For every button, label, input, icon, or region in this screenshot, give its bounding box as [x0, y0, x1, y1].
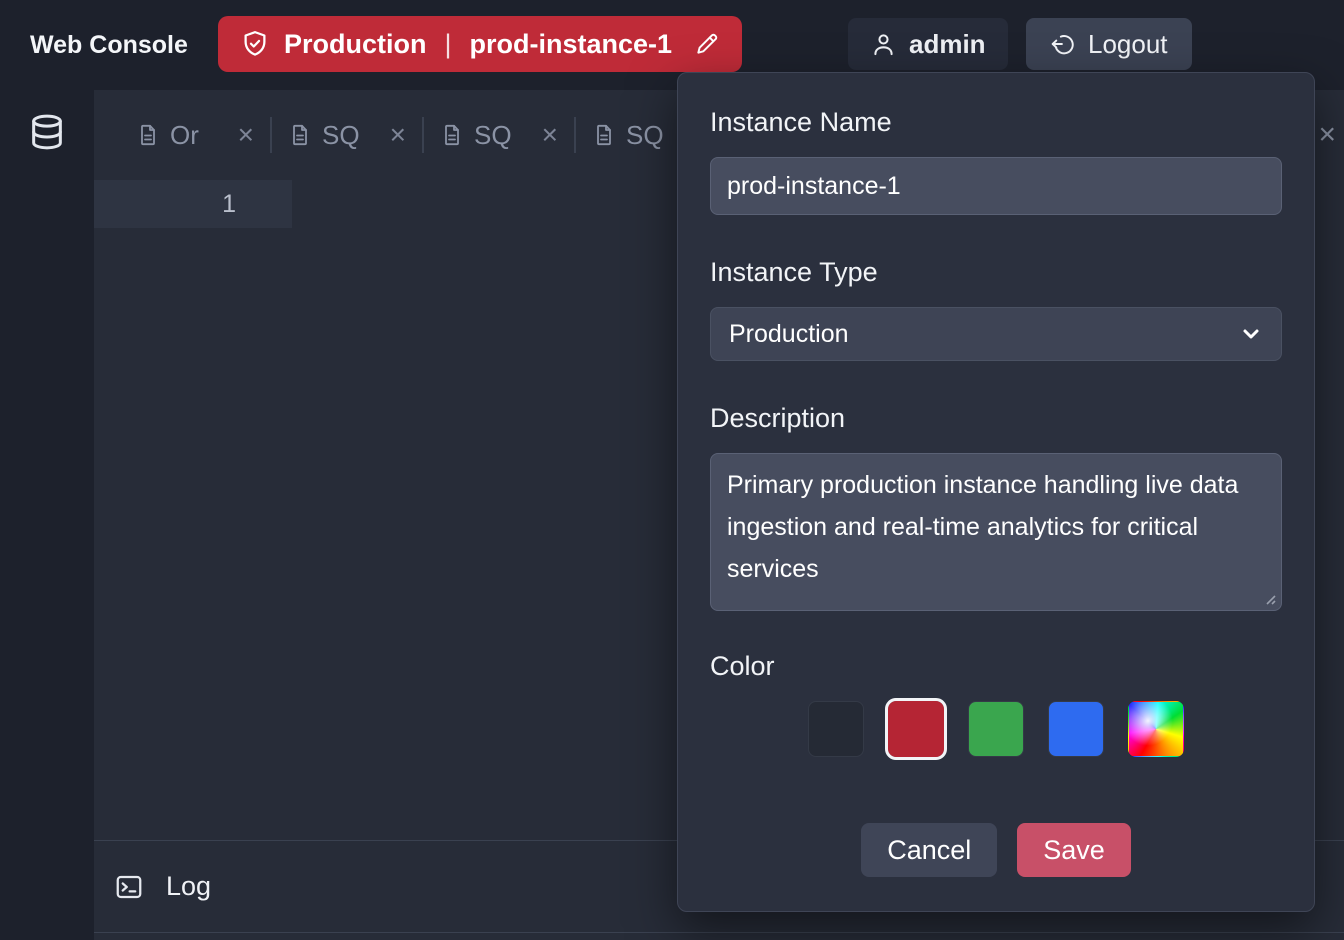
- sidebar: [0, 90, 94, 940]
- edit-icon[interactable]: [694, 31, 720, 57]
- description-textarea[interactable]: Primary production instance handling liv…: [710, 453, 1282, 611]
- color-swatch-default[interactable]: [808, 701, 864, 757]
- instance-type-value: Production: [729, 320, 849, 349]
- badge-separator: |: [445, 29, 452, 60]
- tab-close-icon[interactable]: ×: [390, 121, 406, 149]
- resize-handle-icon[interactable]: [1263, 592, 1277, 606]
- description-label: Description: [710, 401, 1282, 435]
- description-field: Primary production instance handling liv…: [710, 453, 1282, 611]
- tab-3[interactable]: SQ ×: [426, 109, 572, 161]
- user-icon: [870, 31, 897, 58]
- tab-close-icon[interactable]: ×: [542, 121, 558, 149]
- color-label: Color: [710, 649, 1282, 683]
- dialog-actions: Cancel Save: [710, 823, 1282, 877]
- file-icon: [288, 123, 312, 147]
- database-icon[interactable]: [27, 112, 67, 152]
- logout-label: Logout: [1088, 29, 1168, 60]
- instance-type-label: Instance Type: [710, 255, 1282, 289]
- user-chip: admin: [848, 18, 1008, 70]
- color-swatches: [710, 701, 1282, 757]
- color-swatch-green[interactable]: [968, 701, 1024, 757]
- shield-check-icon: [240, 29, 270, 59]
- file-icon: [592, 123, 616, 147]
- tab-1[interactable]: Or ×: [122, 109, 268, 161]
- instance-settings-dialog: Instance Name Instance Type Production D…: [677, 72, 1315, 912]
- tab-separator: [270, 117, 272, 153]
- tab-2[interactable]: SQ ×: [274, 109, 420, 161]
- color-swatch-blue[interactable]: [1048, 701, 1104, 757]
- instance-name-label: Instance Name: [710, 105, 1282, 139]
- instance-badge[interactable]: Production | prod-instance-1: [218, 16, 742, 72]
- chevron-down-icon: [1239, 322, 1263, 346]
- cancel-button[interactable]: Cancel: [861, 823, 997, 877]
- tab-close-icon[interactable]: ×: [238, 121, 254, 149]
- instance-name-text: prod-instance-1: [470, 29, 673, 60]
- app-title: Web Console: [30, 0, 188, 90]
- close-icon[interactable]: ×: [1318, 90, 1336, 180]
- logout-button[interactable]: Logout: [1026, 18, 1192, 70]
- tab-label: SQ: [474, 120, 512, 151]
- instance-name-input[interactable]: [710, 157, 1282, 215]
- instance-type-select[interactable]: Production: [710, 307, 1282, 361]
- environment-label: Production: [284, 29, 427, 60]
- logout-icon: [1050, 31, 1076, 57]
- file-icon: [136, 123, 160, 147]
- color-swatch-red[interactable]: [888, 701, 944, 757]
- line-number: 1: [94, 180, 292, 228]
- log-label: Log: [166, 871, 211, 902]
- tab-label: SQ: [626, 120, 664, 151]
- tab-separator: [422, 117, 424, 153]
- username: admin: [909, 29, 986, 60]
- tab-label: Or: [170, 120, 199, 151]
- color-swatch-rainbow[interactable]: [1128, 701, 1184, 757]
- tab-label: SQ: [322, 120, 360, 151]
- save-button[interactable]: Save: [1017, 823, 1131, 877]
- file-icon: [440, 123, 464, 147]
- tab-separator: [574, 117, 576, 153]
- terminal-icon: [114, 872, 144, 902]
